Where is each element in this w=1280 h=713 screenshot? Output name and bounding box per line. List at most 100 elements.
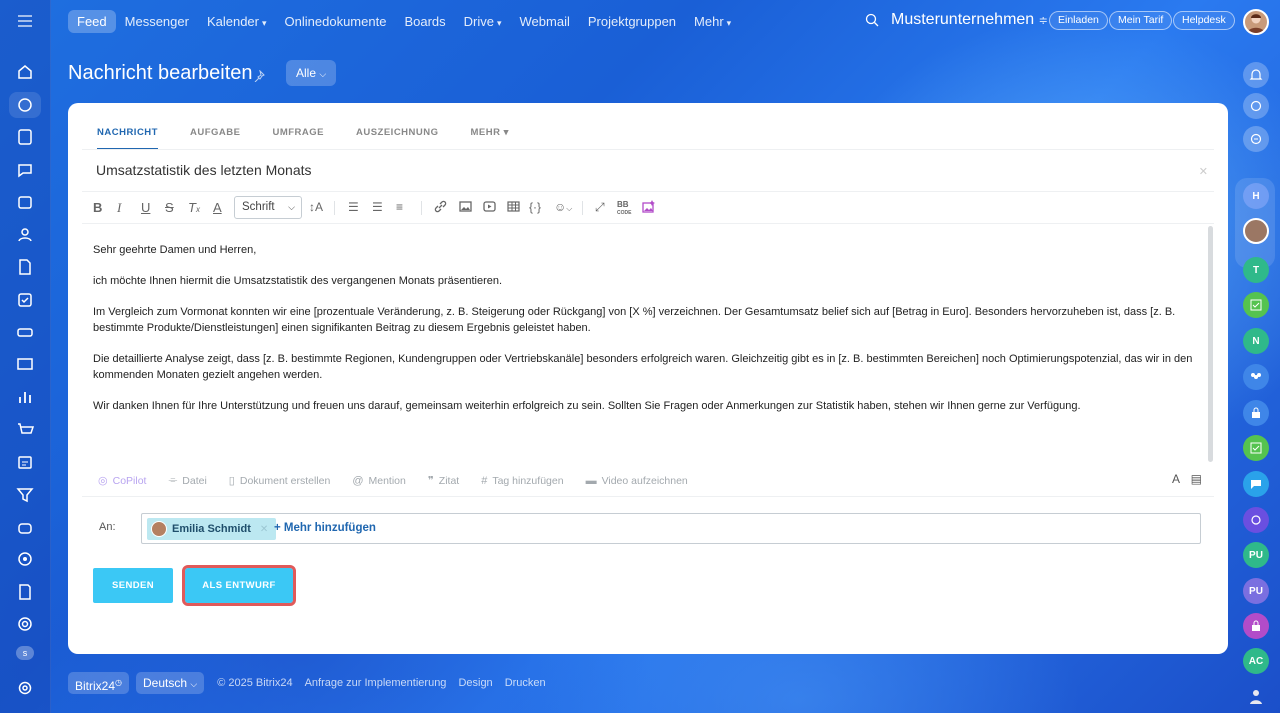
avatar[interactable]: [1243, 218, 1269, 244]
fullscreen-icon[interactable]: ⤢: [595, 200, 605, 215]
chat-icon[interactable]: [13, 158, 37, 182]
copilot-button[interactable]: ◎ CoPilot: [98, 474, 146, 488]
clear-format-icon[interactable]: Tx: [188, 200, 200, 215]
search-chat-icon[interactable]: [1243, 126, 1269, 152]
users-icon[interactable]: [13, 223, 37, 247]
target-icon[interactable]: [13, 547, 37, 571]
chat-bubble-icon[interactable]: [1243, 471, 1269, 497]
bold-icon[interactable]: B: [93, 200, 102, 215]
link-icon[interactable]: [434, 200, 447, 216]
copilot-chat-icon[interactable]: [1243, 507, 1269, 533]
recipients-field[interactable]: Emilia Schmidt ✕ + Mehr hinzufügen: [141, 513, 1201, 544]
lock-icon[interactable]: [1243, 613, 1269, 639]
tab-nachricht[interactable]: NACHRICHT: [97, 127, 158, 150]
calendar-icon[interactable]: [13, 190, 37, 214]
sign-icon[interactable]: [13, 580, 37, 604]
send-button[interactable]: SENDEN: [93, 568, 173, 603]
avatar[interactable]: PU: [1243, 542, 1269, 568]
subject-field[interactable]: Umsatzstatistik des letzten Monats: [96, 162, 312, 178]
feed-icon[interactable]: [13, 93, 37, 117]
message-body-editor[interactable]: Sehr geehrte Damen und Herren, ich möcht…: [93, 242, 1196, 429]
avatar[interactable]: N: [1243, 328, 1269, 354]
font-select[interactable]: Schrift ⌵: [234, 196, 302, 219]
record-video-button[interactable]: ▬ Video aufzeichnen: [586, 474, 688, 487]
strikethrough-icon[interactable]: S: [165, 200, 174, 215]
task-icon[interactable]: [1243, 292, 1269, 318]
copilot-icon[interactable]: [1243, 93, 1269, 119]
nav-item-mehr[interactable]: Mehr ▾: [685, 10, 740, 33]
nav-item-webmail[interactable]: Webmail: [511, 10, 579, 33]
menu-icon[interactable]: [13, 9, 37, 33]
checkbox-icon[interactable]: [13, 288, 37, 312]
settings-icon[interactable]: [13, 676, 37, 700]
italic-icon[interactable]: I: [117, 200, 121, 216]
bbcode-icon[interactable]: BB CODE: [617, 201, 631, 217]
nav-item-messenger[interactable]: Messenger: [116, 10, 198, 33]
filter-dropdown[interactable]: Alle ⌵: [286, 60, 337, 86]
tab-aufgabe[interactable]: AUFGABE: [190, 127, 240, 150]
close-icon[interactable]: ✕: [1199, 165, 1208, 178]
drive-icon[interactable]: [13, 320, 37, 344]
language-select[interactable]: Deutsch ⌵: [136, 672, 205, 694]
group-icon[interactable]: [1243, 364, 1269, 390]
pin-icon[interactable]: [253, 69, 265, 87]
text-color-icon[interactable]: A: [213, 200, 222, 215]
recipient-chip[interactable]: Emilia Schmidt ✕: [147, 518, 277, 540]
filter-icon[interactable]: [13, 483, 37, 507]
add-tag-button[interactable]: # Tag hinzufügen: [481, 474, 563, 487]
font-size-icon[interactable]: ↕A: [309, 200, 323, 214]
nav-item-drive[interactable]: Drive ▾: [455, 10, 511, 33]
table-icon[interactable]: [507, 200, 520, 216]
add-recipients-link[interactable]: + Mehr hinzufügen: [274, 522, 376, 534]
save-draft-button[interactable]: ALS ENTWURF: [182, 565, 296, 606]
nav-item-projektgruppen[interactable]: Projektgruppen: [579, 10, 685, 33]
file-button[interactable]: ⌯ Datei: [168, 474, 206, 487]
lock-icon[interactable]: [1243, 400, 1269, 426]
nav-item-onlinedokumente[interactable]: Onlinedokumente: [276, 10, 396, 33]
avatar[interactable]: T: [1243, 257, 1269, 283]
tasks-icon[interactable]: [13, 125, 37, 149]
cart-icon[interactable]: [13, 418, 37, 442]
document-icon[interactable]: [13, 255, 37, 279]
helpdesk-button[interactable]: Helpdesk: [1173, 11, 1235, 30]
company-name[interactable]: Musterunternehmen ≑: [891, 11, 1048, 29]
footer-link-implementation[interactable]: Anfrage zur Implementierung: [305, 677, 447, 689]
bell-icon[interactable]: [1243, 62, 1269, 88]
invite-button[interactable]: Einladen: [1049, 11, 1108, 30]
align-icon[interactable]: ≡: [396, 200, 403, 214]
footer-link-print[interactable]: Drucken: [505, 677, 546, 689]
nav-item-kalender[interactable]: Kalender ▾: [198, 10, 276, 33]
support-icon[interactable]: [13, 612, 37, 636]
home-icon[interactable]: [13, 60, 37, 84]
emoji-icon[interactable]: ☺⌵: [554, 200, 572, 214]
image-icon[interactable]: [459, 200, 472, 216]
tab-auszeichnung[interactable]: AUSZEICHNUNG: [356, 127, 439, 150]
user-badge[interactable]: s: [16, 646, 34, 660]
nav-item-feed[interactable]: Feed: [68, 9, 116, 33]
search-icon[interactable]: [865, 13, 879, 32]
text-format-icon[interactable]: A: [1172, 472, 1179, 486]
quote-button[interactable]: ❞ Zitat: [428, 474, 459, 488]
presentation-icon[interactable]: [13, 353, 37, 377]
code-icon[interactable]: {·}: [529, 200, 541, 214]
contacts-icon[interactable]: [1243, 683, 1269, 709]
tab-mehr[interactable]: MEHR ▾: [471, 127, 509, 150]
avatar[interactable]: H: [1243, 183, 1269, 209]
plan-button[interactable]: Mein Tarif: [1109, 11, 1173, 30]
task-icon[interactable]: [1243, 435, 1269, 461]
brand-button[interactable]: Bitrix24◷: [68, 672, 129, 694]
schedule-icon[interactable]: [13, 450, 37, 474]
video-icon[interactable]: [483, 200, 496, 216]
tab-umfrage[interactable]: UMFRAGE: [272, 127, 324, 150]
panel-icon[interactable]: ▤: [1191, 472, 1202, 486]
robot-icon[interactable]: [13, 515, 37, 539]
create-document-button[interactable]: ▯ Dokument erstellen: [229, 474, 331, 488]
mention-button[interactable]: @ Mention: [352, 474, 406, 487]
numbered-list-icon[interactable]: ☰: [348, 200, 359, 214]
bullet-list-icon[interactable]: ☰: [372, 200, 383, 214]
analytics-icon[interactable]: [13, 385, 37, 409]
avatar[interactable]: AC: [1243, 648, 1269, 674]
nav-item-boards[interactable]: Boards: [395, 10, 454, 33]
footer-link-design[interactable]: Design: [458, 677, 492, 689]
underline-icon[interactable]: U: [141, 200, 150, 215]
